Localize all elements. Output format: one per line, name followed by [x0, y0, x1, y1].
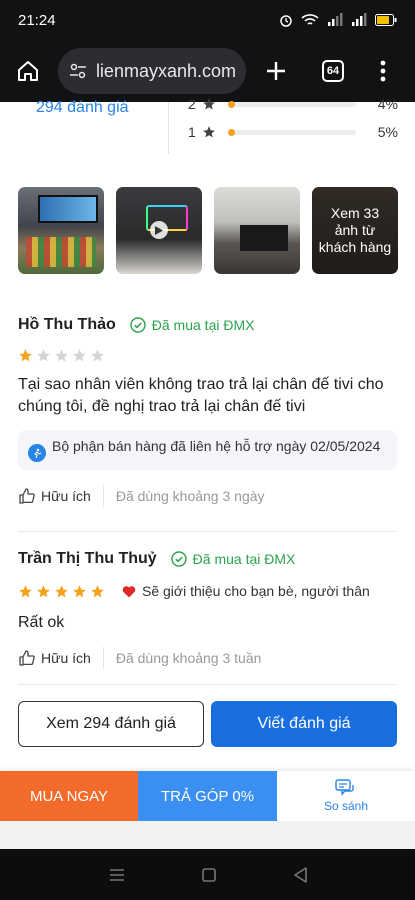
status-time: 21:24	[18, 11, 56, 29]
reviewer-name: Hồ Thu Thảo	[18, 316, 116, 333]
system-nav-bar	[0, 849, 415, 900]
customer-photo-1[interactable]	[18, 187, 104, 274]
usage-duration: Đã dùng khoảng 3 tuần	[115, 650, 262, 666]
alarm-icon	[280, 15, 292, 27]
support-agent-icon	[28, 444, 46, 462]
recent-apps-icon[interactable]	[109, 868, 125, 882]
write-review-button[interactable]: Viết đánh giá	[211, 701, 397, 747]
rating-bar	[227, 100, 356, 108]
rating-bar	[227, 128, 356, 136]
check-circle-icon	[170, 551, 187, 567]
compare-icon	[335, 779, 354, 796]
support-text: Bộ phận bán hàng đã liên hệ hỗ trợ ngày …	[52, 438, 381, 454]
review-text: Rất ok	[18, 614, 65, 631]
usage-duration: Đã dùng khoảng 3 ngày	[115, 488, 265, 504]
star-icon	[202, 126, 215, 138]
review-item: Trần Thị Thu Thuỷ Đã mua tại ĐMX Sẽ giới…	[18, 548, 397, 670]
star-icon	[202, 98, 215, 110]
verified-badge: Đã mua tại ĐMX	[170, 551, 296, 567]
helpful-button[interactable]: Hữu ích	[18, 487, 91, 505]
verified-text: Đã mua tại ĐMX	[192, 551, 296, 567]
review-actions: Hữu ích Đã dùng khoảng 3 tuần	[18, 646, 397, 670]
review-item: Hồ Thu Thảo Đã mua tại ĐMX Tại sao nhân …	[18, 314, 397, 508]
rating-row-percent: 4%	[377, 96, 398, 112]
rating-row-1-star: 1 5%	[188, 122, 398, 142]
star-empty-icon	[55, 348, 68, 361]
star-empty-icon	[91, 348, 104, 361]
play-icon	[150, 221, 168, 239]
view-all-photos-label: Xem 33 ảnh từ khách hàng	[312, 187, 398, 274]
recommend-badge: Sẽ giới thiệu cho bạn bè, người thân	[122, 583, 370, 599]
customer-photo-3[interactable]	[214, 187, 300, 274]
installment-button[interactable]: TRẢ GÓP 0%	[138, 771, 277, 821]
star-filled-icon	[55, 584, 68, 597]
review-text: Tại sao nhân viên không trao trả lại châ…	[18, 376, 384, 415]
rating-row-stars: 1	[188, 124, 196, 140]
rating-bar-fill	[227, 100, 235, 108]
reviewer-name: Trần Thị Thu Thuỷ	[18, 550, 157, 567]
star-filled-icon	[73, 584, 86, 597]
star-filled-icon	[91, 584, 104, 597]
helpful-label: Hữu ích	[41, 650, 91, 666]
bottom-action-bar: MUA NGAY TRẢ GÓP 0% So sánh	[0, 771, 415, 821]
star-empty-icon	[73, 348, 86, 361]
view-all-photos[interactable]: Xem 33 ảnh từ khách hàng	[312, 187, 398, 274]
more-menu-icon[interactable]	[380, 60, 386, 82]
review-actions: Hữu ích Đã dùng khoảng 3 ngày	[18, 484, 397, 508]
home-nav-icon[interactable]	[201, 867, 216, 882]
wifi-icon	[301, 14, 319, 25]
review-stars	[18, 582, 108, 600]
back-nav-icon[interactable]	[293, 866, 307, 883]
buy-now-button[interactable]: MUA NGAY	[0, 771, 138, 821]
divider	[168, 102, 169, 154]
rating-row-stars: 2	[188, 96, 196, 112]
address-bar[interactable]: lienmayxanh.com	[58, 48, 246, 94]
compare-label: So sánh	[323, 799, 369, 813]
new-tab-icon[interactable]	[264, 59, 288, 83]
url-text: lienmayxanh.com	[95, 60, 236, 81]
rating-row-2-star: 2 4%	[188, 94, 398, 114]
customer-video[interactable]	[116, 187, 202, 274]
total-reviews-link[interactable]: 294 đánh giá	[36, 99, 129, 117]
signal-icon	[328, 13, 343, 26]
check-circle-icon	[130, 317, 146, 333]
verified-badge: Đã mua tại ĐMX	[130, 317, 255, 333]
review-divider	[18, 531, 397, 532]
rating-summary: 294 đánh giá 2 4% 1 5%	[0, 96, 415, 156]
heart-icon	[122, 585, 136, 597]
helpful-label: Hữu ích	[41, 488, 91, 504]
review-stars	[18, 346, 397, 364]
status-icons	[279, 13, 397, 27]
tab-switcher-button[interactable]: 64	[322, 60, 344, 82]
rating-bar-fill	[227, 128, 235, 136]
thumbs-up-icon	[19, 650, 35, 666]
star-filled-icon	[19, 584, 32, 597]
battery-icon	[375, 14, 397, 26]
star-filled-icon	[19, 348, 32, 361]
home-icon[interactable]	[16, 59, 40, 83]
site-settings-icon[interactable]	[68, 61, 88, 81]
star-filled-icon	[37, 584, 50, 597]
recommend-text: Sẽ giới thiệu cho bạn bè, người thân	[142, 583, 370, 599]
divider	[102, 485, 104, 507]
review-divider	[18, 684, 397, 685]
signal-icon-2	[352, 13, 367, 26]
view-all-reviews-button[interactable]: Xem 294 đánh giá	[18, 701, 204, 747]
helpful-button[interactable]: Hữu ích	[18, 649, 91, 667]
status-bar: 21:24	[0, 0, 415, 40]
browser-toolbar: lienmayxanh.com 64	[0, 40, 415, 102]
star-empty-icon	[37, 348, 50, 361]
verified-text: Đã mua tại ĐMX	[151, 317, 255, 333]
rating-row-percent: 5%	[377, 124, 398, 140]
thumbs-up-icon	[19, 488, 35, 504]
page-gap	[0, 821, 415, 849]
divider	[102, 647, 104, 669]
customer-photos: Xem 33 ảnh từ khách hàng	[18, 187, 398, 274]
compare-button[interactable]: So sánh	[277, 771, 415, 821]
support-note: Bộ phận bán hàng đã liên hệ hỗ trợ ngày …	[18, 430, 397, 470]
